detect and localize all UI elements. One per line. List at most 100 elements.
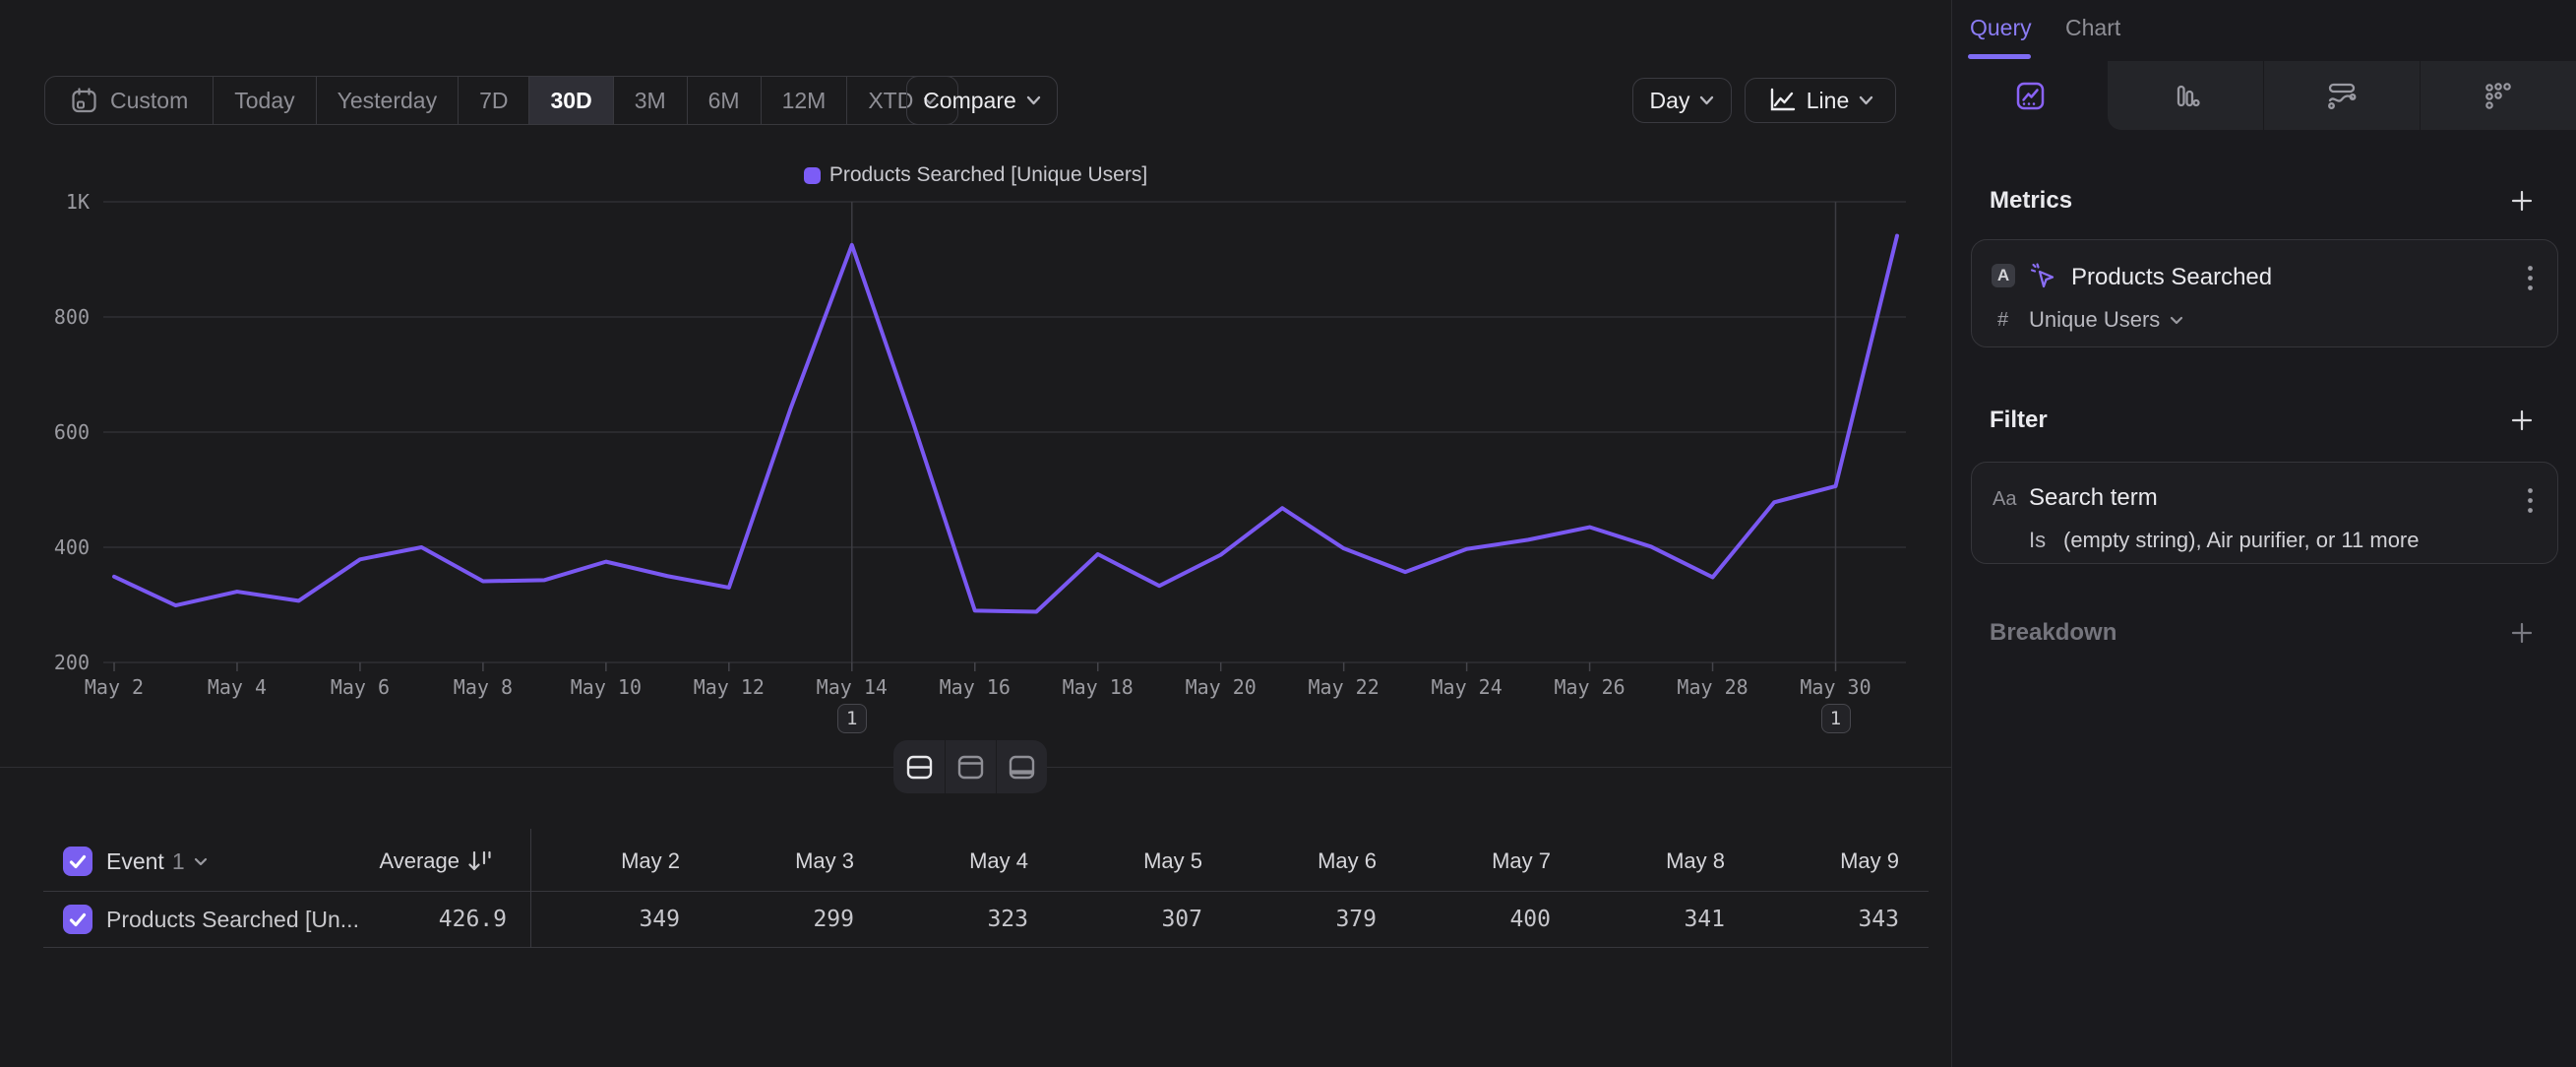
table-data-row: Products Searched [Un... 426.9 349299323… — [43, 892, 1929, 948]
chart-only-button[interactable] — [945, 740, 996, 793]
filter-operator: Is — [2029, 528, 2063, 553]
x-tick-label: May 4 — [208, 675, 267, 699]
x-tick-label: May 2 — [85, 675, 144, 699]
filter-property-name: Search term — [2029, 484, 2158, 512]
metric-letter-badge: A — [1992, 264, 2015, 287]
value-cell: 307 — [1054, 907, 1228, 932]
x-tick-label: May 24 — [1431, 675, 1502, 699]
date-column-header[interactable]: May 2 — [531, 848, 705, 874]
kebab-menu-icon[interactable] — [2527, 265, 2534, 291]
filter-title: Filter — [1990, 407, 2048, 434]
x-tick-label: May 20 — [1186, 675, 1257, 699]
y-tick-label: 800 — [54, 305, 90, 329]
select-all-checkbox[interactable] — [63, 847, 92, 876]
metrics-section-header: Metrics — [1990, 187, 2533, 215]
x-tick-label: May 22 — [1309, 675, 1380, 699]
x-tick-label: May 10 — [571, 675, 642, 699]
active-tab-indicator — [1968, 54, 2031, 59]
view-layout-toggle — [893, 740, 1047, 793]
add-metric-icon[interactable] — [2511, 190, 2533, 212]
value-cell: 299 — [705, 907, 880, 932]
add-filter-icon[interactable] — [2511, 409, 2533, 431]
row-checkbox[interactable] — [63, 905, 92, 934]
x-tick-label: May 6 — [331, 675, 390, 699]
date-column-header[interactable]: May 5 — [1054, 848, 1228, 874]
value-cell: 343 — [1750, 907, 1925, 932]
hash-icon: # — [1997, 309, 2029, 332]
x-tick-label: May 18 — [1063, 675, 1134, 699]
aggregation-row[interactable]: # Unique Users — [1997, 307, 2183, 333]
tab-insights[interactable] — [1952, 61, 2108, 130]
chart-line — [114, 236, 1897, 612]
breakdown-title: Breakdown — [1990, 619, 2116, 647]
y-tick-label: 1K — [66, 190, 90, 214]
insights-icon — [2015, 81, 2046, 111]
x-tick-label: May 30 — [1800, 675, 1871, 699]
x-tick-label: May 14 — [817, 675, 888, 699]
row-average-value: 426.9 — [439, 907, 507, 932]
tab-funnels[interactable] — [2108, 61, 2263, 130]
filter-condition-row[interactable]: Is (empty string), Air purifier, or 11 m… — [2029, 528, 2420, 553]
split-view-button[interactable] — [893, 740, 945, 793]
chevron-down-icon — [2170, 316, 2183, 325]
date-column-header[interactable]: May 7 — [1402, 848, 1576, 874]
sidebar-tabs: Query Chart — [1952, 0, 2576, 61]
funnels-icon — [2171, 81, 2201, 111]
report-type-tabs — [1952, 61, 2576, 130]
event-column-label: Event — [106, 848, 164, 875]
table-only-button[interactable] — [996, 740, 1047, 793]
event-count: 1 — [172, 848, 185, 875]
metric-name: Products Searched — [2071, 264, 2272, 291]
metric-card[interactable]: A Products Searched # Unique Users — [1971, 239, 2558, 347]
breakdown-section-header: Breakdown — [1990, 619, 2533, 647]
y-tick-label: 400 — [54, 535, 90, 559]
results-table: Event 1 Average May 2May 3May 4May 5May … — [43, 832, 1929, 948]
add-breakdown-icon[interactable] — [2511, 622, 2533, 644]
event-spark-icon — [2030, 262, 2056, 290]
query-sidebar: Query Chart — [1951, 0, 2576, 1067]
retention-icon — [2326, 80, 2358, 111]
date-column-header[interactable]: May 4 — [880, 848, 1054, 874]
line-chart: 1K 800 600 400 200May 2 May 4 May 6 May 8 May 10… — [0, 0, 1951, 748]
flows-icon — [2484, 81, 2514, 111]
x-tick-label: May 12 — [694, 675, 765, 699]
aggregation-label: Unique Users — [2029, 307, 2160, 333]
filter-section-header: Filter — [1990, 407, 2533, 434]
date-column-header[interactable]: May 3 — [705, 848, 880, 874]
value-cell: 400 — [1402, 907, 1576, 932]
table-header-left: Event 1 Average — [43, 832, 531, 891]
value-cell: 379 — [1228, 907, 1402, 932]
table-row-left: Products Searched [Un... 426.9 — [43, 892, 531, 947]
date-column-header[interactable]: May 6 — [1228, 848, 1402, 874]
tab-chart[interactable]: Chart — [2065, 15, 2120, 41]
x-tick-label: May 8 — [454, 675, 513, 699]
tab-retention[interactable] — [2263, 61, 2420, 130]
sort-descending-icon[interactable] — [468, 849, 492, 874]
tab-query[interactable]: Query — [1970, 15, 2032, 41]
insights-report-page: CustomTodayYesterday7D30D3M6M12MXTD Comp… — [0, 0, 2576, 1067]
date-column-header[interactable]: May 9 — [1750, 848, 1925, 874]
annotation-badge[interactable]: 1 — [837, 704, 867, 733]
value-cell: 349 — [531, 907, 705, 932]
y-tick-label: 600 — [54, 420, 90, 444]
x-tick-label: May 16 — [940, 675, 1011, 699]
string-type-icon: Aa — [1993, 488, 2016, 511]
main-area: CustomTodayYesterday7D30D3M6M12MXTD Comp… — [0, 0, 1951, 1067]
annotation-badge[interactable]: 1 — [1821, 704, 1851, 733]
table-header-row: Event 1 Average May 2May 3May 4May 5May … — [43, 832, 1929, 892]
x-tick-label: May 28 — [1677, 675, 1748, 699]
date-column-header[interactable]: May 8 — [1576, 848, 1750, 874]
tab-flows[interactable] — [2420, 61, 2576, 130]
row-label: Products Searched [Un... — [106, 907, 359, 933]
filter-value: (empty string), Air purifier, or 11 more — [2063, 528, 2420, 553]
y-tick-label: 200 — [54, 651, 90, 674]
table-column-divider — [530, 829, 531, 948]
value-cell: 341 — [1576, 907, 1750, 932]
x-tick-label: May 26 — [1554, 675, 1625, 699]
metrics-title: Metrics — [1990, 187, 2072, 215]
kebab-menu-icon[interactable] — [2527, 487, 2534, 514]
chevron-down-icon[interactable] — [194, 857, 208, 866]
average-column-label[interactable]: Average — [379, 848, 460, 874]
filter-card[interactable]: Aa Search term Is (empty string), Air pu… — [1971, 462, 2558, 564]
value-cell: 323 — [880, 907, 1054, 932]
